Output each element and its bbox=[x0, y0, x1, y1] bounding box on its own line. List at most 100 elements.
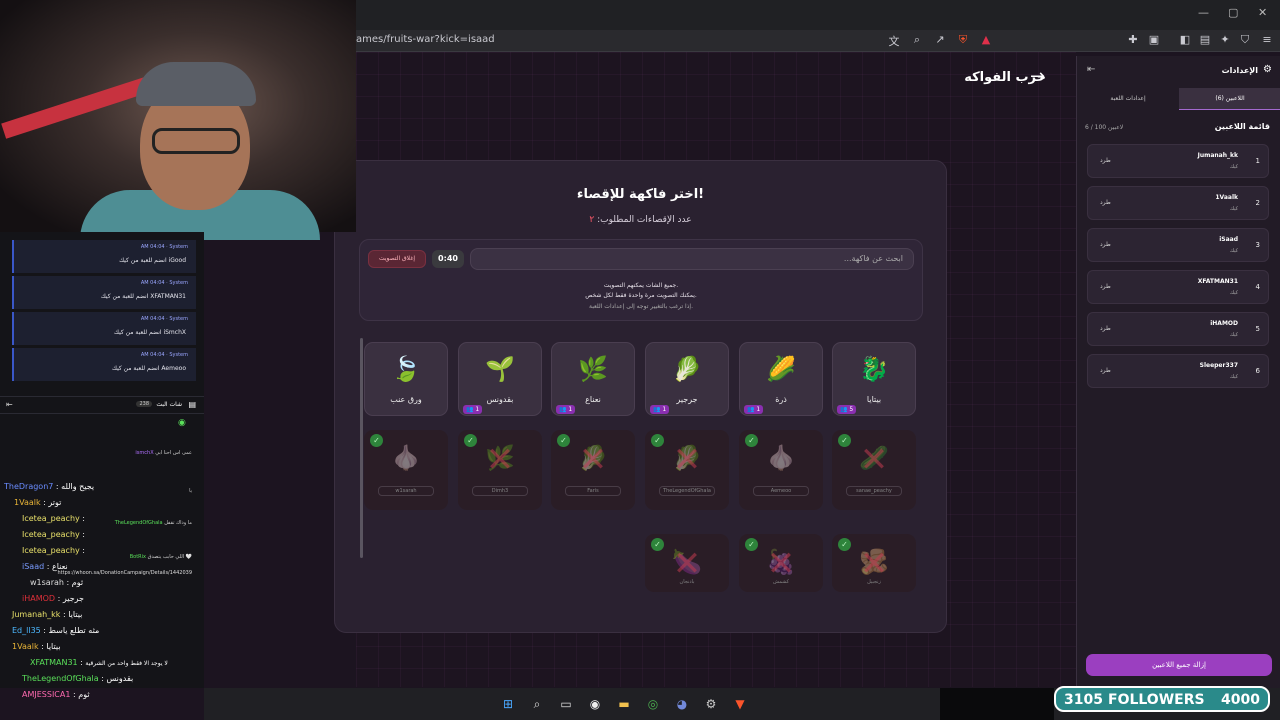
chat-text: مثه تطلع ياسط bbox=[48, 626, 100, 635]
maximize-icon[interactable]: ▢ bbox=[1228, 6, 1238, 19]
chat-username[interactable]: 1Vaalk bbox=[12, 642, 39, 651]
chat-username[interactable]: iSaad bbox=[22, 562, 44, 571]
remove-all-players-button[interactable]: إزالة جميع اللاعبين bbox=[1086, 654, 1272, 676]
fruit-tile-arugula[interactable]: 🥬 جرجير 👥 1 bbox=[645, 342, 729, 416]
followers-goal-widget: 3105 FOLLOWERS 4000 bbox=[1054, 686, 1270, 712]
player-row: 5 iHAMOD كيك طرد bbox=[1087, 312, 1269, 346]
streamer-glasses bbox=[152, 128, 240, 154]
chat-username[interactable]: XFATMAN31 bbox=[30, 658, 78, 667]
close-icon[interactable]: ✕ bbox=[1258, 6, 1267, 19]
taskbar-tray bbox=[940, 688, 1054, 720]
extensions-icon[interactable]: ✚ bbox=[1126, 33, 1140, 46]
player-platform: كيك bbox=[1229, 206, 1238, 212]
discord-icon[interactable]: ◕ bbox=[674, 696, 690, 712]
parsley-icon: 🌱 bbox=[485, 355, 515, 383]
player-platform: كيك bbox=[1229, 248, 1238, 254]
chat-username[interactable]: TheDragon7 bbox=[4, 482, 53, 491]
panel-tabs: اللاعبين (6) إعدادات اللعبة bbox=[1077, 88, 1280, 110]
fruit-tile-pitaya[interactable]: 🐉 بيتايا 👥 5 bbox=[832, 342, 916, 416]
chrome-icon[interactable]: ◎ bbox=[645, 696, 661, 712]
tab-game-settings[interactable]: إعدادات اللعبة bbox=[1077, 88, 1179, 110]
folder-icon[interactable]: ▬ bbox=[616, 696, 632, 712]
player-row: 2 1Vaalk كيك طرد bbox=[1087, 186, 1269, 220]
wallet-icon[interactable]: ▤ bbox=[1198, 33, 1212, 46]
brave-shield-icon[interactable]: ⛨ bbox=[956, 33, 970, 47]
chat-username[interactable]: AMJESSICA1 bbox=[22, 690, 70, 699]
chat-username[interactable]: Icetea_peachy bbox=[22, 514, 80, 523]
eliminated-tile: ✓ 🧄 w1sarah bbox=[364, 430, 448, 510]
collapse-panel-icon[interactable]: ⇤ bbox=[1087, 64, 1095, 75]
eliminated-by: w1sarah bbox=[378, 486, 434, 496]
chat-text: يجيح والله bbox=[61, 482, 95, 491]
fruit-list-scrollbar[interactable] bbox=[360, 338, 363, 558]
share-icon[interactable]: ↗ bbox=[933, 33, 947, 46]
vote-note-1: جميع الشات يمكنهم التصويت. bbox=[603, 282, 679, 289]
chat-text: ثوم bbox=[78, 690, 90, 699]
chat-username[interactable]: Ed_ll35 bbox=[12, 626, 41, 635]
kick-button[interactable]: طرد bbox=[1100, 199, 1111, 206]
windows-start-icon[interactable]: ⊞ bbox=[500, 696, 516, 712]
kick-button[interactable]: طرد bbox=[1100, 157, 1111, 164]
sidebar-icon[interactable]: ◧ bbox=[1178, 33, 1192, 46]
overlay-chat-text: عمى اس احنا ابي bbox=[155, 450, 192, 456]
panel-title: الإعدادات bbox=[1221, 66, 1258, 75]
player-number: 4 bbox=[1255, 283, 1260, 291]
webcam-feed bbox=[0, 0, 356, 240]
address-bar[interactable]: ames/fruits-war?kick=isaad bbox=[356, 34, 495, 45]
required-label: عدد الإقصاءات المطلوب: bbox=[597, 215, 692, 225]
fruit-tile-grape-leaves[interactable]: 🍃 ورق عنب bbox=[364, 342, 448, 416]
chat-username[interactable]: TheLegendOfGhala bbox=[22, 674, 99, 683]
countdown-timer: 0:40 bbox=[432, 250, 464, 268]
fruit-tile-parsley[interactable]: 🌱 بقدونس 👥 1 bbox=[458, 342, 542, 416]
chat-username[interactable]: Jumanah_kk bbox=[12, 610, 60, 619]
donation-link[interactable]: https://whoon.sa/DonationCampaign/Detail… bbox=[58, 570, 193, 576]
fruit-label: بيتايا bbox=[866, 395, 882, 404]
chat-username[interactable]: Icetea_peachy bbox=[22, 546, 80, 555]
eliminated-tile: ✓ 🧄 Aemeoo bbox=[739, 430, 823, 510]
fruit-label: ذرة bbox=[775, 395, 787, 404]
eliminated-tile: ✓ 🥬 ✕ Faris bbox=[551, 430, 635, 510]
chat-username[interactable]: 1Vaalk bbox=[14, 498, 41, 507]
kick-button[interactable]: طرد bbox=[1100, 325, 1111, 332]
chat-message: TheLegendOfGhala : بقدونس bbox=[22, 674, 134, 683]
eliminated-by: Dimh3 bbox=[472, 486, 528, 496]
vpn-icon[interactable]: ⛉ bbox=[1238, 33, 1252, 47]
zoom-icon[interactable]: ⌕ bbox=[910, 33, 924, 47]
steam-icon[interactable]: ⚙ bbox=[703, 696, 719, 712]
close-voting-button[interactable]: إغلاق التصويت bbox=[368, 250, 426, 268]
leo-icon[interactable]: ✦ bbox=[1218, 33, 1232, 46]
brave-icon[interactable]: ▼ bbox=[732, 696, 748, 712]
whatsapp-icon: ◉ bbox=[178, 418, 186, 428]
tab-icon[interactable]: ▣ bbox=[1147, 33, 1161, 46]
chat-username[interactable]: iHAMOD bbox=[22, 594, 55, 603]
kick-button[interactable]: طرد bbox=[1100, 283, 1111, 290]
player-list-title: قائمة اللاعبين bbox=[1214, 122, 1270, 131]
chat-text: جرجير bbox=[62, 594, 84, 603]
player-name: 1Vaalk bbox=[1215, 194, 1238, 201]
menu-icon[interactable]: ≡ bbox=[1260, 33, 1274, 46]
vote-box: ابحث عن فاكهة... 0:40 إغلاق التصويت جميع… bbox=[359, 239, 923, 321]
search-icon[interactable]: ⌕ bbox=[529, 696, 545, 712]
cross-icon: ✕ bbox=[485, 440, 515, 480]
kick-button[interactable]: طرد bbox=[1100, 367, 1111, 374]
chat-viewer-count: 238 bbox=[136, 401, 152, 407]
overlay-chat-message: TheLegendOfGhala ما وداك تقفل bbox=[115, 520, 192, 526]
minimize-icon[interactable]: — bbox=[1198, 6, 1209, 19]
brave-rewards-icon[interactable]: ▲ bbox=[979, 33, 993, 46]
system-message-header: AM 04:04 · System bbox=[140, 280, 188, 286]
fruit-tile-mint[interactable]: 🌿 نعناع 👥 1 bbox=[551, 342, 635, 416]
fruit-tile-corn[interactable]: 🌽 ذرة 👥 1 bbox=[739, 342, 823, 416]
system-message-header: AM 04:04 · System bbox=[140, 244, 188, 250]
tab-players[interactable]: اللاعبين (6) bbox=[1179, 88, 1280, 110]
translate-icon[interactable]: 文 bbox=[887, 33, 901, 49]
overlay-chat-text: اللي حابب يتصدق 🤍 bbox=[147, 554, 192, 560]
player-platform: كيك bbox=[1229, 374, 1238, 380]
obs-icon[interactable]: ◉ bbox=[587, 696, 603, 712]
chat-username[interactable]: w1sarah bbox=[30, 578, 64, 587]
chat-username[interactable]: Icetea_peachy bbox=[22, 530, 80, 539]
file-explorer-icon[interactable]: ▭ bbox=[558, 696, 574, 712]
chat-collapse-icon[interactable]: ⇤ bbox=[6, 400, 13, 409]
chat-message: w1sarah : ثوم bbox=[30, 578, 84, 587]
kick-button[interactable]: طرد bbox=[1100, 241, 1111, 248]
fruit-search-input[interactable]: ابحث عن فاكهة... bbox=[470, 248, 914, 270]
